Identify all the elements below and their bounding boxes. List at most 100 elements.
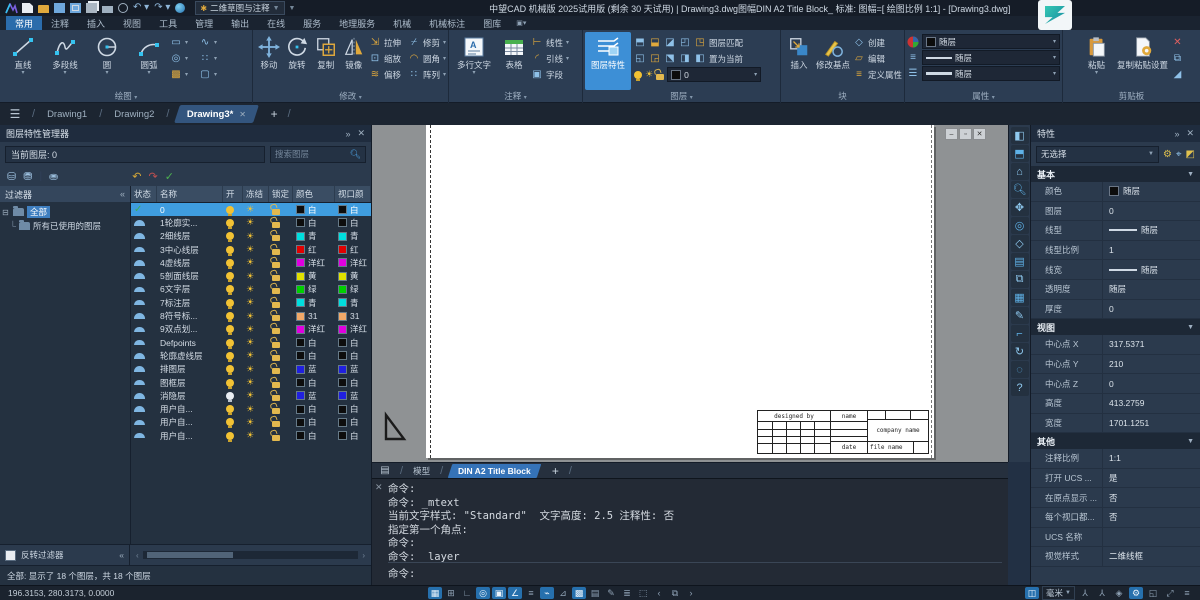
- hatch-icon[interactable]: ▩: [170, 69, 182, 80]
- layer-row[interactable]: 用户自...☀白白: [131, 416, 371, 429]
- dynamic-ucs-toggle[interactable]: ⊿: [556, 587, 570, 599]
- region-icon[interactable]: ▢: [199, 69, 211, 80]
- annotation-visibility-toggle[interactable]: ✎: [604, 587, 618, 599]
- column-header-6[interactable]: 视口颜: [335, 186, 371, 202]
- polyline-button[interactable]: 多段线 ▾: [44, 32, 86, 76]
- model-paper-toggle-toggle[interactable]: ◫: [1025, 587, 1039, 599]
- scale-icon[interactable]: ⊡: [369, 53, 381, 64]
- layer-lock-toggle[interactable]: [269, 203, 293, 216]
- layer-row[interactable]: 6文字层☀绿绿: [131, 283, 371, 296]
- layer-freeze-toggle[interactable]: ☀: [243, 243, 269, 256]
- layer-walk-icon[interactable]: ◨: [679, 53, 691, 64]
- layer-row[interactable]: 9双点划...☀洋红洋红: [131, 323, 371, 336]
- layer-color-cell[interactable]: 白: [293, 376, 335, 389]
- ribbon-tab-在线[interactable]: 在线: [258, 16, 294, 30]
- define-attributes-icon[interactable]: ≡: [853, 69, 865, 80]
- doc-tab-Drawing2[interactable]: Drawing2: [104, 109, 164, 120]
- layer-on-toggle[interactable]: [223, 256, 243, 269]
- preview-icon[interactable]: [118, 3, 128, 13]
- layer-on-toggle[interactable]: [223, 296, 243, 309]
- trim-icon[interactable]: ⌿: [408, 37, 420, 48]
- layer-color-cell[interactable]: 白: [293, 336, 335, 349]
- object-snap-tracking-toggle[interactable]: ∠: [508, 587, 522, 599]
- layer-row[interactable]: 用户自...☀白白: [131, 429, 371, 442]
- layer-prev-icon[interactable]: ◧: [694, 53, 706, 64]
- regen-icon[interactable]: ↻: [1011, 343, 1029, 360]
- isometric-plane-right-toggle[interactable]: ⅄: [1095, 587, 1109, 599]
- object-snap-toggle[interactable]: ▣: [492, 587, 506, 599]
- viewport-color-cell[interactable]: 蓝: [335, 363, 371, 376]
- layer-freeze-toggle[interactable]: ☀: [243, 376, 269, 389]
- filter-tree-item[interactable]: ⊟全部: [2, 205, 128, 219]
- viewport-minimize-icon[interactable]: ‒: [945, 128, 958, 140]
- viewport-color-cell[interactable]: 白: [335, 203, 371, 216]
- dual-display-toggle[interactable]: ◱: [1146, 587, 1160, 599]
- layer-freeze-toggle[interactable]: ☀: [243, 283, 269, 296]
- insert-block-button[interactable]: 插入: [783, 32, 815, 70]
- layer-freeze-toggle[interactable]: ☀: [243, 323, 269, 336]
- properties-group-label[interactable]: 属性 ▾: [905, 90, 1062, 102]
- delete-layer-button[interactable]: ⛂: [49, 170, 58, 183]
- rotate-button[interactable]: 旋转: [283, 32, 311, 70]
- modify-group-label[interactable]: 修改 ▾: [253, 90, 448, 102]
- leader-icon[interactable]: ◜: [531, 53, 543, 64]
- layer-color-cell[interactable]: 蓝: [293, 389, 335, 402]
- layer-on-toggle[interactable]: [223, 203, 243, 216]
- layer-on-toggle[interactable]: [223, 402, 243, 415]
- layer-color-cell[interactable]: 洋红: [293, 256, 335, 269]
- copy-paste-settings-button[interactable]: 复制粘贴设置: [1114, 32, 1172, 70]
- layer-search-input[interactable]: 搜索图层 🔍︎: [270, 146, 366, 163]
- ribbon-tab-工具[interactable]: 工具: [150, 16, 186, 30]
- property-value[interactable]: 0: [1103, 206, 1200, 216]
- column-header-4[interactable]: 锁定: [269, 186, 293, 202]
- new-layer-button[interactable]: ⛁: [7, 170, 16, 183]
- layer-lock-toggle[interactable]: [269, 216, 293, 229]
- layer-color-cell[interactable]: 31: [293, 309, 335, 322]
- property-value[interactable]: 二维线框: [1103, 550, 1200, 562]
- layer-freeze-toggle[interactable]: ☀: [243, 389, 269, 402]
- layer-freeze-toggle[interactable]: ☀: [243, 336, 269, 349]
- match-properties-icon[interactable]: ◢: [1172, 69, 1184, 80]
- linear-dimension-icon[interactable]: ⊢: [531, 37, 543, 48]
- property-value[interactable]: 1701.1251: [1103, 418, 1200, 428]
- new-layout-button[interactable]: +: [544, 464, 567, 478]
- layer-row[interactable]: 图框层☀白白: [131, 376, 371, 389]
- layer-on-toggle[interactable]: [223, 309, 243, 322]
- column-header-0[interactable]: 状态: [131, 186, 157, 202]
- section-header-其他[interactable]: 其他▼: [1031, 433, 1200, 449]
- layer-color-cell[interactable]: 红: [293, 243, 335, 256]
- layer-freeze-toggle[interactable]: ☀: [243, 349, 269, 362]
- help-icon[interactable]: ?: [1011, 379, 1029, 396]
- draw-group-label[interactable]: 绘图 ▾: [0, 90, 252, 102]
- properties-close-icon[interactable]: ✕: [1186, 128, 1194, 139]
- column-header-3[interactable]: 冻结: [243, 186, 269, 202]
- snap-mode-toggle[interactable]: ⊞: [444, 587, 458, 599]
- table-button[interactable]: 表格: [497, 32, 531, 70]
- property-value[interactable]: 否: [1103, 511, 1200, 523]
- create-block-icon[interactable]: ◇: [853, 37, 865, 48]
- viewport-color-cell[interactable]: 洋红: [335, 256, 371, 269]
- ribbon-tab-管理[interactable]: 管理: [186, 16, 222, 30]
- viewport-color-cell[interactable]: 白: [335, 216, 371, 229]
- redo-icon[interactable]: ↷ ▾: [154, 3, 170, 13]
- property-value[interactable]: 随层: [1103, 224, 1200, 236]
- ribbon-tab-机械[interactable]: 机械: [384, 16, 420, 30]
- layer-lock-toggle[interactable]: [269, 243, 293, 256]
- status-menu-toggle[interactable]: ≡: [1180, 587, 1194, 599]
- layer-row[interactable]: ✓0☀白白: [131, 203, 371, 216]
- layer-off-icon[interactable]: ⬒: [634, 37, 646, 48]
- layer-color-cell[interactable]: 绿: [293, 283, 335, 296]
- layer-lock-toggle[interactable]: [269, 416, 293, 429]
- copy-button[interactable]: 复制: [311, 32, 341, 70]
- property-value[interactable]: 413.2759: [1103, 398, 1200, 408]
- viewport-color-cell[interactable]: 青: [335, 230, 371, 243]
- layer-lock-toggle[interactable]: [269, 363, 293, 376]
- mirror-button[interactable]: 镜像: [341, 32, 367, 70]
- property-value[interactable]: 1:1: [1103, 453, 1200, 463]
- layer-lock-toggle[interactable]: [269, 323, 293, 336]
- column-header-1[interactable]: 名称: [157, 186, 223, 202]
- layer-color-cell[interactable]: 青: [293, 296, 335, 309]
- layer-color-cell[interactable]: 青: [293, 230, 335, 243]
- viewport-restore-icon[interactable]: ▫: [959, 128, 972, 140]
- ribbon-tab-图库[interactable]: 图库: [474, 16, 510, 30]
